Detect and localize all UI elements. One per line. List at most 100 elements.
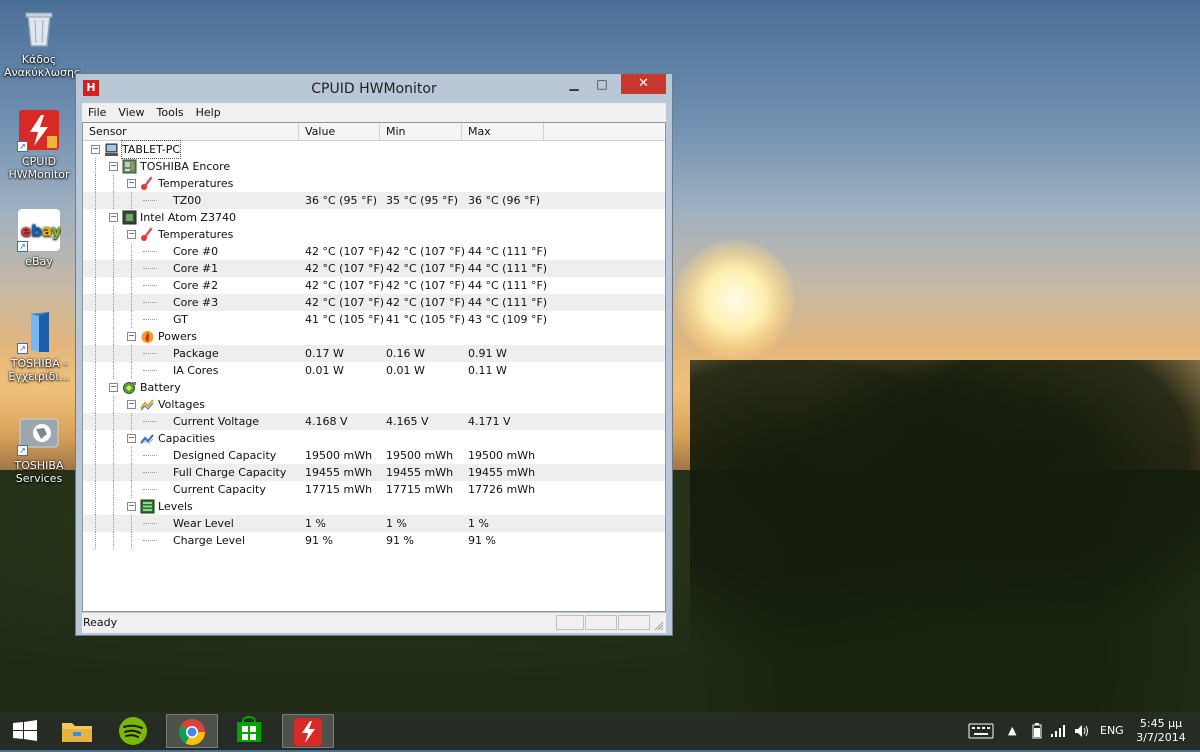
collapse-toggle[interactable]: −: [127, 230, 136, 239]
sensor-label: Current Capacity: [173, 483, 266, 496]
taskbar-spotify[interactable]: [108, 714, 158, 748]
desktop-icon-toshiba-services[interactable]: ↗ TOSHIBA Services: [4, 412, 74, 485]
collapse-toggle[interactable]: −: [109, 213, 118, 222]
column-min[interactable]: Min: [380, 123, 462, 140]
touch-keyboard-icon[interactable]: [968, 712, 994, 750]
desktop-icon-label: CPUID HWMonitor: [8, 155, 70, 181]
desktop-icon-ebay[interactable]: ebay ↗ eBay: [4, 208, 74, 268]
tree-node[interactable]: − TABLET-PC: [83, 140, 665, 159]
hwmonitor-window: H CPUID HWMonitor ▁ □ ✕ File View Tools Hel…: [75, 73, 673, 636]
sensor-row[interactable]: Designed Capacity 19500 mWh 19500 mWh 19500…: [83, 447, 665, 464]
close-button[interactable]: ✕: [621, 74, 666, 94]
volume-icon[interactable]: [1074, 712, 1090, 750]
thermometer-icon: [140, 227, 155, 242]
sensor-min: 17715 mWh: [386, 483, 454, 496]
taskbar-file-explorer[interactable]: [52, 714, 102, 748]
tree-node[interactable]: − Capacities: [83, 430, 665, 447]
collapse-toggle[interactable]: −: [127, 179, 136, 188]
sensor-row[interactable]: Core #2 42 °C (107 °F) 42 °C (107 °F) 44 °C…: [83, 277, 665, 294]
shortcut-arrow-icon: ↗: [17, 445, 28, 456]
sensor-row[interactable]: Core #1 42 °C (107 °F) 42 °C (107 °F) 44 °C…: [83, 260, 665, 277]
sensor-max: 44 °C (111 °F): [468, 296, 548, 309]
network-signal-icon[interactable]: [1050, 712, 1066, 750]
shortcut-arrow-icon: ↗: [17, 343, 28, 354]
menu-tools[interactable]: Tools: [151, 103, 190, 122]
collapse-toggle[interactable]: −: [109, 162, 118, 171]
sensor-row[interactable]: Full Charge Capacity 19455 mWh 19455 mWh 19…: [83, 464, 665, 481]
tree-guide-line: [113, 277, 114, 294]
sensor-tree-view[interactable]: Sensor Value Min Max − TABLET-PC − TOSHIBA …: [82, 122, 666, 612]
taskbar-hwmonitor[interactable]: [282, 714, 334, 748]
collapse-toggle[interactable]: −: [127, 400, 136, 409]
sensor-label: TZ00: [173, 194, 202, 207]
collapse-toggle[interactable]: −: [127, 502, 136, 511]
sensor-row[interactable]: IA Cores 0.01 W 0.01 W 0.11 W: [83, 362, 665, 379]
desktop-icon-label: eBay: [25, 255, 53, 268]
menu-help[interactable]: Help: [190, 103, 227, 122]
sensor-min: 42 °C (107 °F): [386, 245, 466, 258]
menu-file[interactable]: File: [82, 103, 112, 122]
taskbar-chrome[interactable]: [166, 714, 218, 748]
tree-guide-line: [95, 345, 96, 362]
tree-guide-line: [113, 294, 114, 311]
sensor-row[interactable]: Current Capacity 17715 mWh 17715 mWh 17726 …: [83, 481, 665, 498]
sensor-min: 42 °C (107 °F): [386, 262, 466, 275]
tree-node[interactable]: − Levels: [83, 498, 665, 515]
sensor-row[interactable]: Core #3 42 °C (107 °F) 42 °C (107 °F) 44 °C…: [83, 294, 665, 311]
tree-node[interactable]: − Intel Atom Z3740: [83, 209, 665, 226]
sensor-row[interactable]: TZ00 36 °C (95 °F) 35 °C (95 °F) 36 °C (96 …: [83, 192, 665, 209]
desktop-icon-hwmonitor[interactable]: ↗ CPUID HWMonitor: [4, 108, 74, 181]
sensor-max: 44 °C (111 °F): [468, 279, 548, 292]
tree-node-label: Temperatures: [158, 228, 234, 241]
tree-node[interactable]: − Battery: [83, 379, 665, 396]
clock[interactable]: 5:45 μμ 3/7/2014: [1132, 717, 1190, 747]
sensor-row[interactable]: Core #0 42 °C (107 °F) 42 °C (107 °F) 44 °C…: [83, 243, 665, 260]
sensor-max: 0.91 W: [468, 347, 507, 360]
sensor-max: 36 °C (96 °F): [468, 194, 541, 207]
status-panel: [618, 615, 650, 630]
menu-view[interactable]: View: [112, 103, 150, 122]
collapse-toggle[interactable]: −: [109, 383, 118, 392]
column-value[interactable]: Value: [299, 123, 380, 140]
tree-branch-line: [143, 285, 157, 286]
title-bar[interactable]: H CPUID HWMonitor ▁ □ ✕: [76, 74, 672, 103]
language-indicator[interactable]: ENG: [1100, 712, 1124, 750]
flame-icon: [140, 329, 155, 344]
tree-node-label: Temperatures: [158, 177, 234, 190]
sensor-row[interactable]: Package 0.17 W 0.16 W 0.91 W: [83, 345, 665, 362]
sensor-min: 0.01 W: [386, 364, 425, 377]
status-bar: Ready: [82, 613, 666, 633]
sensor-min: 19500 mWh: [386, 449, 454, 462]
minimize-button[interactable]: ▁: [560, 74, 588, 94]
tree-guide-line: [131, 192, 132, 209]
resize-grip-icon[interactable]: [654, 621, 664, 631]
tree-node[interactable]: − Voltages: [83, 396, 665, 413]
maximize-button[interactable]: □: [588, 74, 616, 94]
start-button[interactable]: [0, 714, 50, 748]
sensor-row[interactable]: Charge Level 91 % 91 % 91 %: [83, 532, 665, 549]
collapse-toggle[interactable]: −: [91, 145, 100, 154]
status-text: Ready: [83, 616, 118, 629]
show-hidden-icons-button[interactable]: ▲: [1008, 712, 1016, 750]
desktop-icon-label: Κάδος Ανακύκλωσης: [4, 53, 81, 79]
desktop-icon-toshiba-manual[interactable]: ↗ TOSHIBA - Εγχειρίδι...: [4, 310, 74, 383]
collapse-toggle[interactable]: −: [127, 434, 136, 443]
battery-icon[interactable]: [1032, 712, 1042, 750]
tree-node[interactable]: − Temperatures: [83, 175, 665, 192]
sensor-row[interactable]: Current Voltage 4.168 V 4.165 V 4.171 V: [83, 413, 665, 430]
tree-node[interactable]: − Powers: [83, 328, 665, 345]
tree-guide-line: [131, 311, 132, 328]
column-max[interactable]: Max: [462, 123, 544, 140]
cpu-chip-icon: [122, 210, 137, 225]
sensor-max: 4.171 V: [468, 415, 511, 428]
sensor-row[interactable]: GT 41 °C (105 °F) 41 °C (105 °F) 43 °C (109…: [83, 311, 665, 328]
desktop-icon-recycle-bin[interactable]: Κάδος Ανακύκλωσης: [4, 6, 81, 79]
tree-node[interactable]: − Temperatures: [83, 226, 665, 243]
tree-guide-line: [131, 294, 132, 311]
tree-node-label: TABLET-PC: [120, 140, 182, 159]
column-sensor[interactable]: Sensor: [83, 123, 299, 140]
collapse-toggle[interactable]: −: [127, 332, 136, 341]
taskbar-store[interactable]: [224, 714, 274, 748]
sensor-row[interactable]: Wear Level 1 % 1 % 1 %: [83, 515, 665, 532]
tree-node[interactable]: − TOSHIBA Encore: [83, 158, 665, 175]
